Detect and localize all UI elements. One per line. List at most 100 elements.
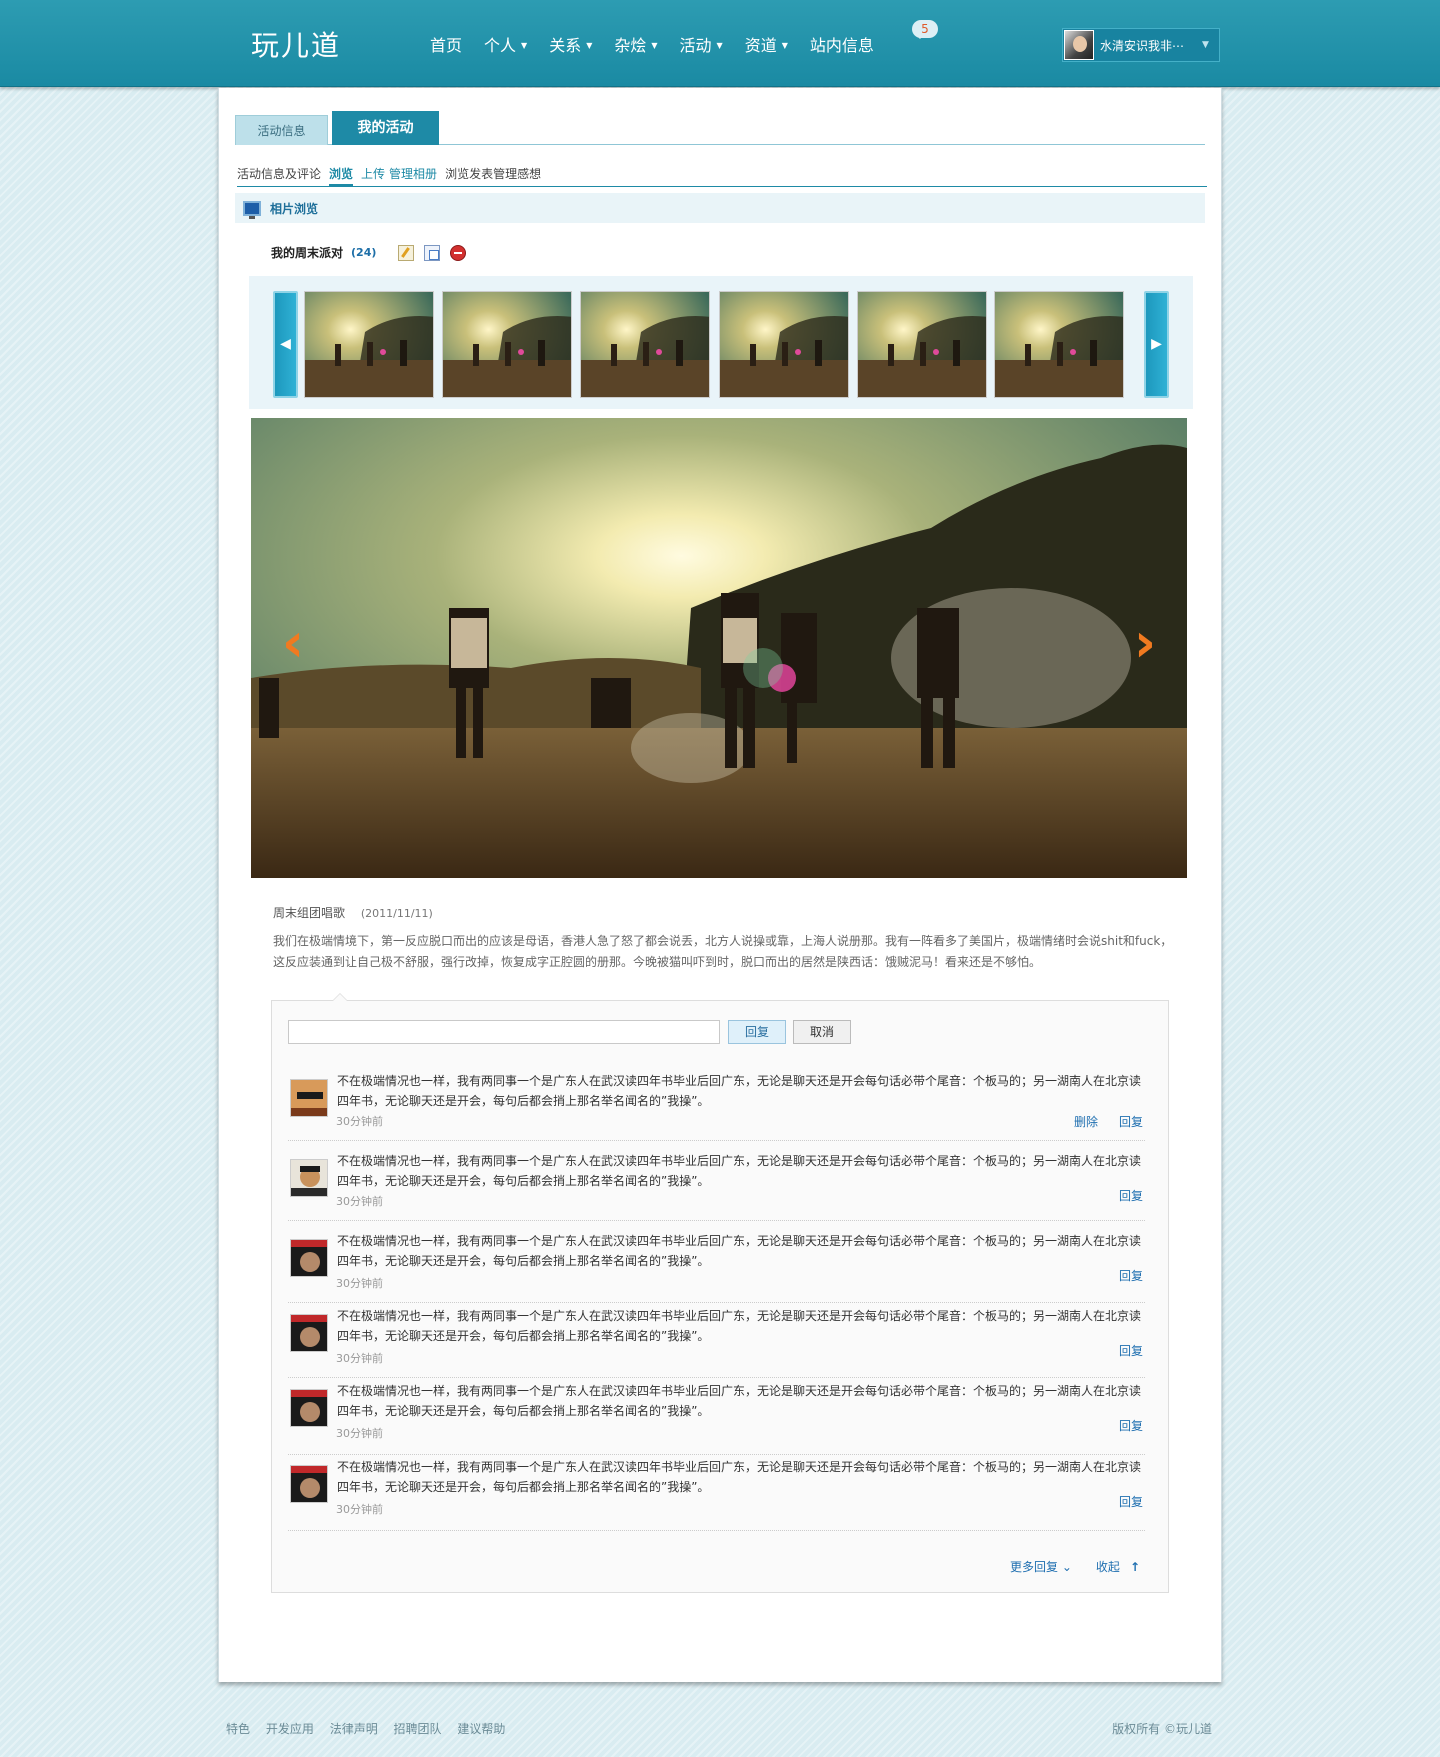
nav-relations-label: 关系 [549,36,582,55]
tab-activity-info[interactable]: 活动信息 [235,115,328,145]
comment-time: 30分钟前 [336,1277,383,1290]
main-content: 活动信息 我的活动 活动信息及评论 浏览 上传 管理相册 浏览发表管理感想 相片… [218,88,1222,1682]
photo-thumbnail[interactable] [719,291,849,398]
subnav-info-comments[interactable]: 活动信息及评论 [237,165,321,186]
caret-down-icon: ▼ [781,40,788,50]
nav-messages[interactable]: 站内信息 [810,32,874,56]
commenter-avatar[interactable] [290,1314,328,1352]
edit-icon[interactable] [398,244,415,261]
strip-next-button[interactable]: ▶ [1144,291,1169,398]
strip-prev-button[interactable]: ◀ [273,291,298,398]
nav-personal[interactable]: 个人 ▼ [484,32,527,56]
caret-down-icon: ▼ [521,40,528,50]
footer-link-jobs[interactable]: 招聘团队 [394,1722,442,1736]
chevron-down-icon: ▼ [1202,40,1209,50]
avatar-image [291,1315,327,1351]
commenter-avatar[interactable] [290,1465,328,1503]
footer-link-legal[interactable]: 法律声明 [330,1722,378,1736]
username: 水清安识我非⋯ [1100,38,1185,53]
reply-comment-link[interactable]: 回复 [1119,1267,1143,1284]
user-menu[interactable]: 水清安识我非⋯ ▼ [1062,28,1220,62]
photo-thumbnail[interactable] [580,291,710,398]
photo-thumbnail[interactable] [442,291,572,398]
comment-item: 不在极端情况也一样，我有两同事一个是广东人在武汉读四年书毕业后回广东，无论是聊天… [288,1149,1145,1221]
footer-link-develop[interactable]: 开发应用 [266,1722,314,1736]
section-title: 相片浏览 [270,201,319,216]
delete-icon[interactable] [450,244,467,261]
photo-prev-arrow[interactable]: ‹ [273,613,313,673]
nav-personal-label: 个人 [484,36,517,55]
site-logo[interactable]: 玩儿道 [251,24,341,64]
beach-photo-thumb [995,292,1123,397]
nav-resources[interactable]: 资道 ▼ [745,32,788,56]
comment-time: 30分钟前 [336,1503,383,1516]
commenter-avatar[interactable] [290,1159,328,1197]
beach-photo-thumb [720,292,848,397]
avatar-image [291,1390,327,1426]
album-header: 我的周末派对 (24) [271,244,467,261]
comment-text: 不在极端情况也一样，我有两同事一个是广东人在武汉读四年书毕业后回广东，无论是聊天… [337,1309,1142,1343]
comment-time: 30分钟前 [336,1195,383,1208]
nav-activities[interactable]: 活动 ▼ [680,32,723,56]
photo-thumbnail[interactable] [857,291,987,398]
comment-text: 不在极端情况也一样，我有两同事一个是广东人在武汉读四年书毕业后回广东，无论是聊天… [337,1384,1142,1418]
main-nav: 首页 个人 ▼ 关系 ▼ 杂烩 ▼ 活动 ▼ 资道 ▼ 站内信息 [430,32,896,56]
commenter-avatar[interactable] [290,1389,328,1427]
beach-photo-thumb [305,292,433,397]
comment-actions: 回复 [1098,1267,1143,1284]
nav-resources-label: 资道 [744,36,777,55]
monitor-icon [243,200,261,219]
reply-comment-link[interactable]: 回复 [1119,1187,1143,1204]
reply-input[interactable] [288,1020,720,1044]
comment-actions: 删除 回复 [1053,1113,1143,1130]
nav-misc[interactable]: 杂烩 ▼ [614,32,657,56]
reply-comment-link[interactable]: 回复 [1119,1342,1143,1359]
comment-actions: 回复 [1098,1342,1143,1359]
comment-actions: 回复 [1098,1187,1143,1204]
album-photo-count: (24) [351,246,377,259]
subnav-upload[interactable]: 上传 [361,165,385,186]
footer-link-feedback[interactable]: 建议帮助 [457,1722,505,1736]
comment-time: 30分钟前 [336,1115,383,1128]
beach-photo-thumb [858,292,986,397]
photo-next-arrow[interactable]: › [1125,613,1165,673]
reply-button[interactable]: 回复 [728,1020,786,1044]
nav-messages-label: 站内信息 [809,36,874,55]
subnav-browse-post[interactable]: 浏览发表管理感想 [445,165,541,186]
sub-navigation: 活动信息及评论 浏览 上传 管理相册 浏览发表管理感想 [237,165,1207,187]
activity-tabs: 活动信息 我的活动 [235,111,1205,145]
photo-thumbnail[interactable] [994,291,1124,398]
arrow-up-icon: ↑ [1129,1560,1140,1574]
comment-actions: 回复 [1098,1493,1143,1510]
delete-comment-link[interactable]: 删除 [1074,1113,1098,1130]
collapse-button[interactable]: 收起 ↑ [1096,1558,1140,1575]
comment-item: 不在极端情况也一样，我有两同事一个是广东人在武汉读四年书毕业后回广东，无论是聊天… [288,1304,1145,1378]
message-count-badge[interactable]: 5 [912,20,938,39]
main-photo[interactable]: ‹ › [251,418,1187,878]
nav-home[interactable]: 首页 [430,32,462,56]
commenter-avatar[interactable] [290,1239,328,1277]
tab-my-activity[interactable]: 我的活动 [332,111,439,145]
footer-links: 特色 开发应用 法律声明 招聘团队 建议帮助 [226,1720,1212,1737]
nav-relations[interactable]: 关系 ▼ [549,32,592,56]
subnav-manage-album[interactable]: 管理相册 [389,165,437,186]
cancel-button[interactable]: 取消 [793,1020,851,1044]
commenter-avatar[interactable] [290,1079,328,1117]
nav-home-label: 首页 [430,36,463,55]
caption-date: (2011/11/11) [360,907,433,920]
reply-comment-link[interactable]: 回复 [1119,1417,1143,1434]
nav-misc-label: 杂烩 [614,36,647,55]
comment-text: 不在极端情况也一样，我有两同事一个是广东人在武汉读四年书毕业后回广东，无论是聊天… [337,1074,1142,1108]
comment-item: 不在极端情况也一样，我有两同事一个是广东人在武汉读四年书毕业后回广东，无论是聊天… [288,1069,1145,1141]
subnav-browse[interactable]: 浏览 [329,165,354,187]
copy-icon[interactable] [424,244,441,261]
comment-text: 不在极端情况也一样，我有两同事一个是广东人在武汉读四年书毕业后回广东，无论是聊天… [337,1234,1142,1268]
footer-link-features[interactable]: 特色 [226,1722,250,1736]
reply-comment-link[interactable]: 回复 [1119,1113,1143,1130]
avatar-image [291,1240,327,1276]
photo-thumbnail[interactable] [304,291,434,398]
reply-comment-link[interactable]: 回复 [1119,1493,1143,1510]
more-replies-button[interactable]: 更多回复 ⌄ [1010,1558,1072,1575]
comment-text: 不在极端情况也一样，我有两同事一个是广东人在武汉读四年书毕业后回广东，无论是聊天… [337,1154,1142,1188]
comment-item: 不在极端情况也一样，我有两同事一个是广东人在武汉读四年书毕业后回广东，无论是聊天… [288,1379,1145,1455]
